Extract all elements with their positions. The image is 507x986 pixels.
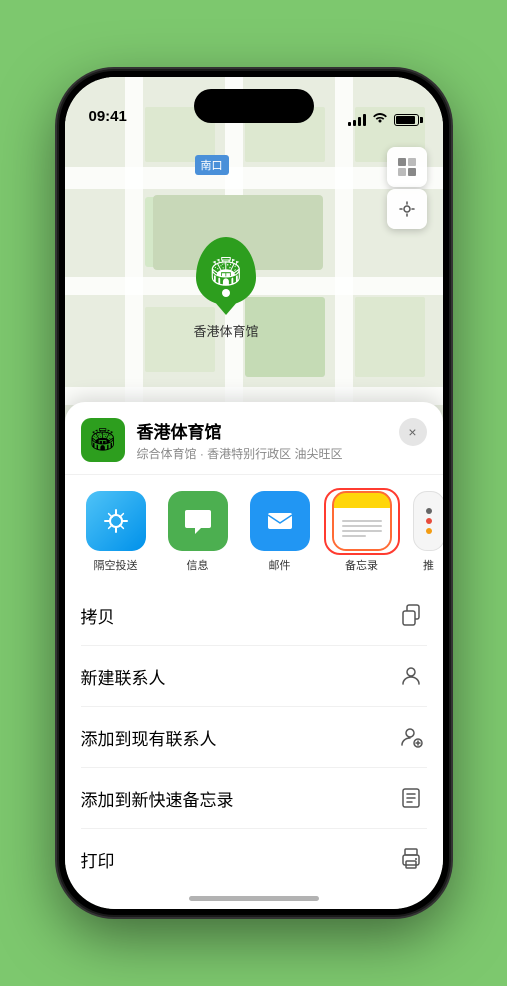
messages-icon — [168, 491, 228, 551]
phone-screen: 09:41 — [65, 77, 443, 909]
share-more[interactable]: 推 — [409, 491, 443, 573]
place-subtitle: 综合体育馆 · 香港特别行政区 油尖旺区 — [137, 445, 427, 462]
map-controls — [387, 147, 427, 229]
place-info: 香港体育馆 综合体育馆 · 香港特别行政区 油尖旺区 — [137, 418, 427, 462]
status-time: 09:41 — [89, 108, 127, 127]
map-type-button[interactable] — [387, 147, 427, 187]
note-icon — [395, 782, 427, 814]
dynamic-island — [194, 89, 314, 123]
marker-dot — [222, 289, 230, 297]
copy-label: 拷贝 — [81, 603, 115, 628]
share-airdrop[interactable]: 隔空投送 — [81, 491, 151, 573]
menu-item-print[interactable]: 打印 — [81, 829, 427, 889]
marker-label: 香港体育馆 — [194, 321, 259, 340]
battery-icon — [394, 114, 419, 126]
airdrop-icon — [86, 491, 146, 551]
status-icons — [348, 112, 419, 127]
phone-frame: 09:41 — [59, 71, 449, 915]
person-icon — [395, 660, 427, 692]
location-button[interactable] — [387, 189, 427, 229]
airdrop-label: 隔空投送 — [94, 557, 138, 573]
menu-item-add-existing[interactable]: 添加到现有联系人 — [81, 707, 427, 768]
messages-label: 信息 — [187, 557, 209, 573]
place-name: 香港体育馆 — [137, 418, 427, 443]
copy-icon — [395, 599, 427, 631]
menu-item-copy[interactable]: 拷贝 — [81, 585, 427, 646]
print-icon — [395, 843, 427, 875]
notes-icon — [332, 491, 392, 551]
place-icon: 🏟 — [81, 418, 125, 462]
share-notes[interactable]: 备忘录 — [327, 491, 397, 573]
mail-icon — [250, 491, 310, 551]
close-button[interactable]: × — [399, 418, 427, 446]
add-existing-label: 添加到现有联系人 — [81, 725, 217, 750]
share-messages[interactable]: 信息 — [163, 491, 233, 573]
south-gate-label: 南口 — [195, 155, 229, 175]
more-icon — [413, 491, 443, 551]
place-header: 🏟 香港体育馆 综合体育馆 · 香港特别行政区 油尖旺区 × — [65, 402, 443, 475]
new-contact-label: 新建联系人 — [81, 664, 166, 689]
share-mail[interactable]: 邮件 — [245, 491, 315, 573]
share-actions-row: 隔空投送 信息 — [65, 475, 443, 585]
location-marker: 🏟 香港体育馆 — [194, 237, 259, 340]
marker-pin: 🏟 — [196, 237, 256, 305]
menu-items: 拷贝 新建联系人 — [65, 585, 443, 889]
quick-note-label: 添加到新快速备忘录 — [81, 786, 234, 811]
mail-label: 邮件 — [269, 557, 291, 573]
signal-icon — [348, 114, 366, 126]
bottom-sheet: 🏟 香港体育馆 综合体育馆 · 香港特别行政区 油尖旺区 × — [65, 402, 443, 909]
stadium-icon: 🏟 — [208, 255, 244, 288]
wifi-icon — [372, 112, 388, 127]
menu-item-quick-note[interactable]: 添加到新快速备忘录 — [81, 768, 427, 829]
home-indicator — [189, 896, 319, 901]
more-label: 推 — [423, 557, 434, 573]
person-add-icon — [395, 721, 427, 753]
print-label: 打印 — [81, 847, 115, 872]
menu-item-new-contact[interactable]: 新建联系人 — [81, 646, 427, 707]
notes-label: 备忘录 — [345, 557, 378, 573]
